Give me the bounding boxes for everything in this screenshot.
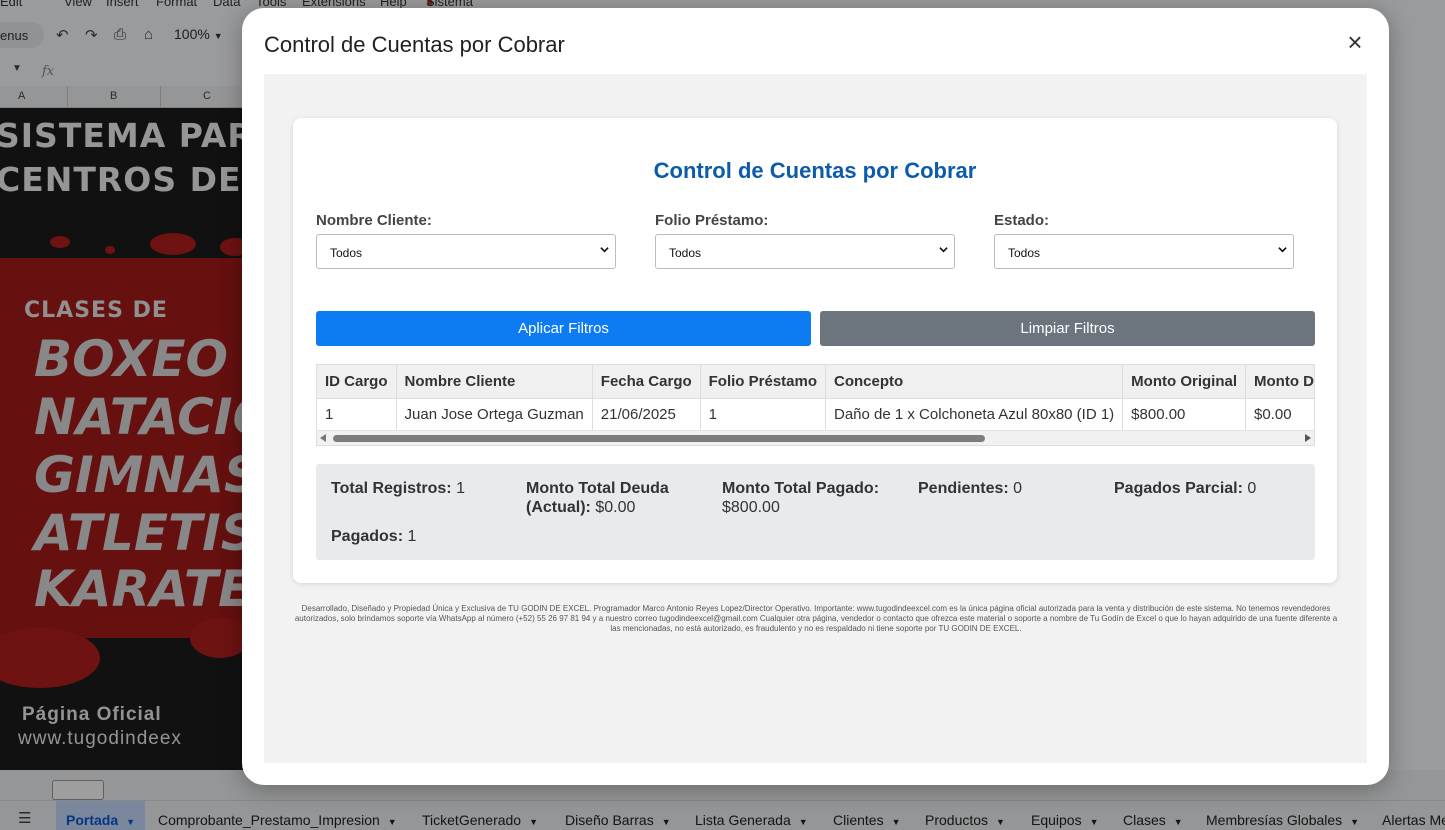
summary-monto-pagado: Monto Total Pagado: $800.00: [722, 480, 880, 516]
clear-filters-button[interactable]: Limpiar Filtros: [820, 311, 1315, 346]
cell-monto-deuda: $0.00: [1245, 398, 1314, 431]
summary-pendientes: Pendientes: 0: [918, 480, 1023, 497]
scrollbar-thumb[interactable]: [333, 435, 985, 442]
dialog-title: Control de Cuentas por Cobrar: [264, 32, 565, 57]
estado-select[interactable]: Todos: [994, 234, 1294, 269]
cell-concepto: Daño de 1 x Colchoneta Azul 80x80 (ID 1): [825, 398, 1124, 431]
cliente-select[interactable]: Todos: [316, 234, 616, 269]
accounts-table-container: ID Cargo Nombre Cliente Fecha Cargo Foli…: [316, 364, 1315, 446]
summary-monto-deuda: Monto Total Deuda (Actual): $0.00: [526, 480, 669, 516]
chevron-down-icon: [939, 247, 948, 253]
chevron-down-icon: [600, 247, 609, 253]
scroll-left-icon[interactable]: [320, 434, 326, 442]
control-card: Control de Cuentas por Cobrar Nombre Cli…: [293, 118, 1337, 583]
column-header: Concepto: [825, 365, 1124, 399]
summary-panel: Total Registros: 1 Monto Total Deuda (Ac…: [316, 464, 1315, 560]
dialog-content: Control de Cuentas por Cobrar Nombre Cli…: [264, 74, 1367, 763]
table-header-row: ID Cargo Nombre Cliente Fecha Cargo Foli…: [317, 365, 1314, 399]
column-header: Nombre Cliente: [396, 365, 593, 399]
apply-filters-button[interactable]: Aplicar Filtros: [316, 311, 811, 346]
close-icon[interactable]: ×: [1343, 29, 1367, 55]
column-header: Monto Deuda: [1245, 365, 1314, 399]
cell-nombre-cliente: Juan Jose Ortega Guzman: [396, 398, 593, 431]
legal-footer: Desarrollado, Diseñado y Propiedad Única…: [294, 604, 1338, 633]
summary-pagados: Pagados: 1: [331, 528, 417, 545]
column-header: Folio Préstamo: [700, 365, 827, 399]
column-header: Monto Original: [1122, 365, 1246, 399]
cell-id-cargo: 1: [317, 398, 397, 431]
folio-select[interactable]: Todos: [655, 234, 955, 269]
summary-pagados-parcial: Pagados Parcial: 0: [1114, 480, 1257, 497]
column-header: Fecha Cargo: [592, 365, 701, 399]
cell-fecha-cargo: 21/06/2025: [592, 398, 701, 431]
chevron-down-icon: [1278, 247, 1287, 253]
cell-monto-original: $800.00: [1122, 398, 1246, 431]
column-header: ID Cargo: [317, 365, 397, 399]
card-title: Control de Cuentas por Cobrar: [653, 158, 977, 183]
filter-label-folio: Folio Préstamo:: [655, 212, 769, 229]
filter-label-estado: Estado:: [994, 212, 1050, 229]
horizontal-scrollbar[interactable]: [317, 430, 1314, 445]
accounts-receivable-dialog: Control de Cuentas por Cobrar × Control …: [242, 8, 1389, 785]
accounts-table: ID Cargo Nombre Cliente Fecha Cargo Foli…: [317, 365, 1314, 431]
filter-label-cliente: Nombre Cliente:: [316, 212, 432, 229]
table-row[interactable]: 1 Juan Jose Ortega Guzman 21/06/2025 1 D…: [317, 398, 1314, 431]
summary-total-registros: Total Registros: 1: [331, 480, 465, 497]
scroll-right-icon[interactable]: [1305, 434, 1311, 442]
cell-folio-prestamo: 1: [700, 398, 827, 431]
